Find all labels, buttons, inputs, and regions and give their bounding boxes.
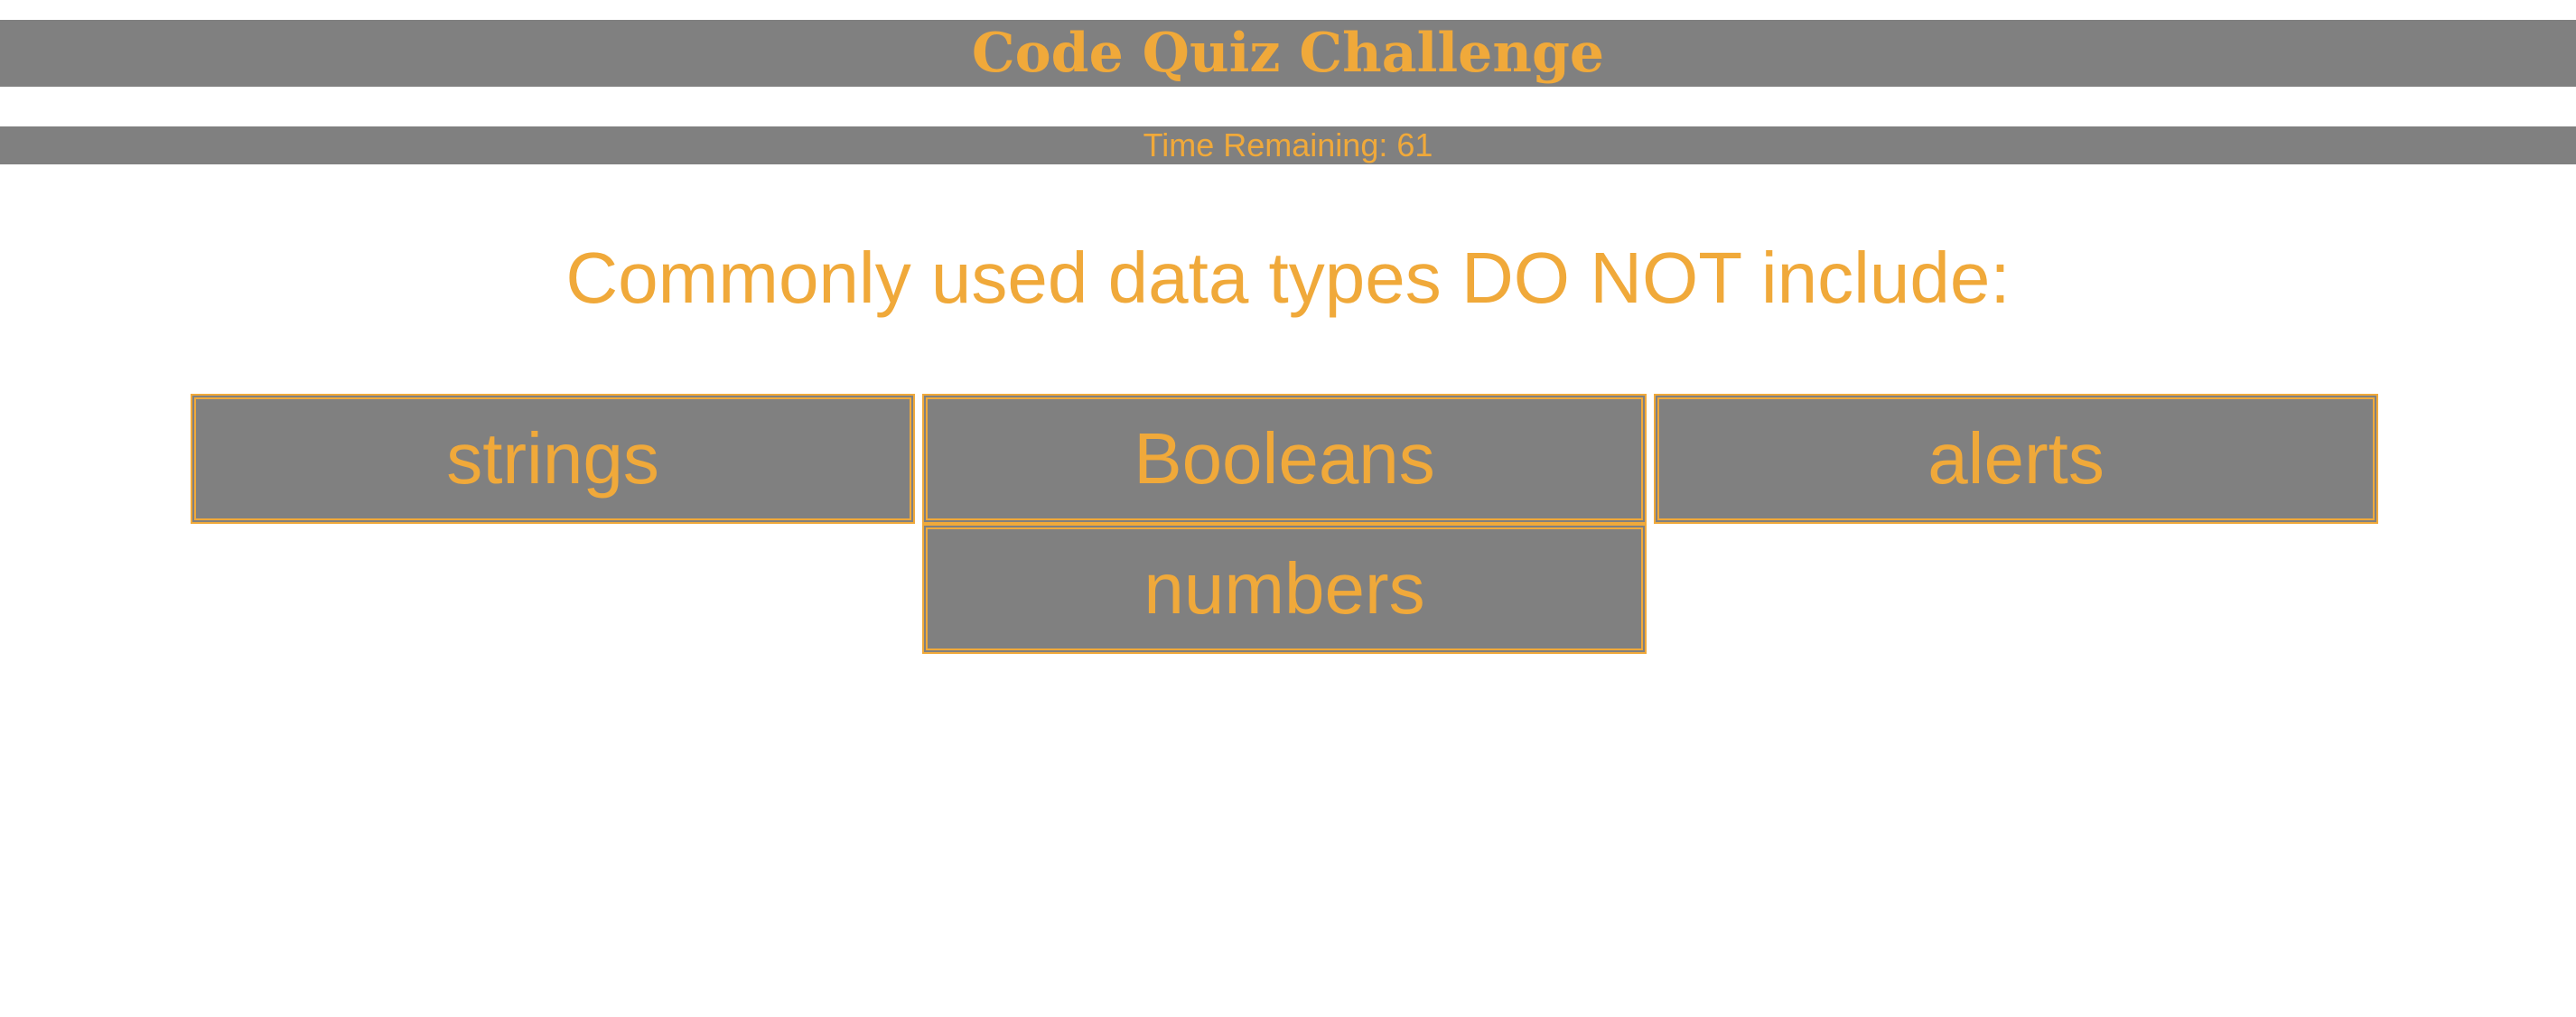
- page-title: Code Quiz Challenge: [971, 22, 1605, 85]
- title-bar: Code Quiz Challenge: [0, 20, 2576, 87]
- time-remaining-text: Time Remaining: 61: [1143, 126, 1433, 163]
- timer-bar: Time Remaining: 61: [0, 126, 2576, 164]
- answer-label: alerts: [1927, 418, 2105, 499]
- answer-label: Booleans: [1134, 418, 1435, 499]
- answer-label: numbers: [1143, 548, 1425, 629]
- answer-button-booleans[interactable]: Booleans: [922, 394, 1647, 524]
- quiz-page: Code Quiz Challenge Time Remaining: 61 C…: [0, 0, 2576, 1017]
- answer-button-alerts[interactable]: alerts: [1654, 394, 2378, 524]
- question-text: Commonly used data types DO NOT include:: [565, 238, 2011, 318]
- answer-button-strings[interactable]: strings: [191, 394, 915, 524]
- answer-button-numbers[interactable]: numbers: [922, 524, 1647, 654]
- answer-label: strings: [446, 418, 659, 499]
